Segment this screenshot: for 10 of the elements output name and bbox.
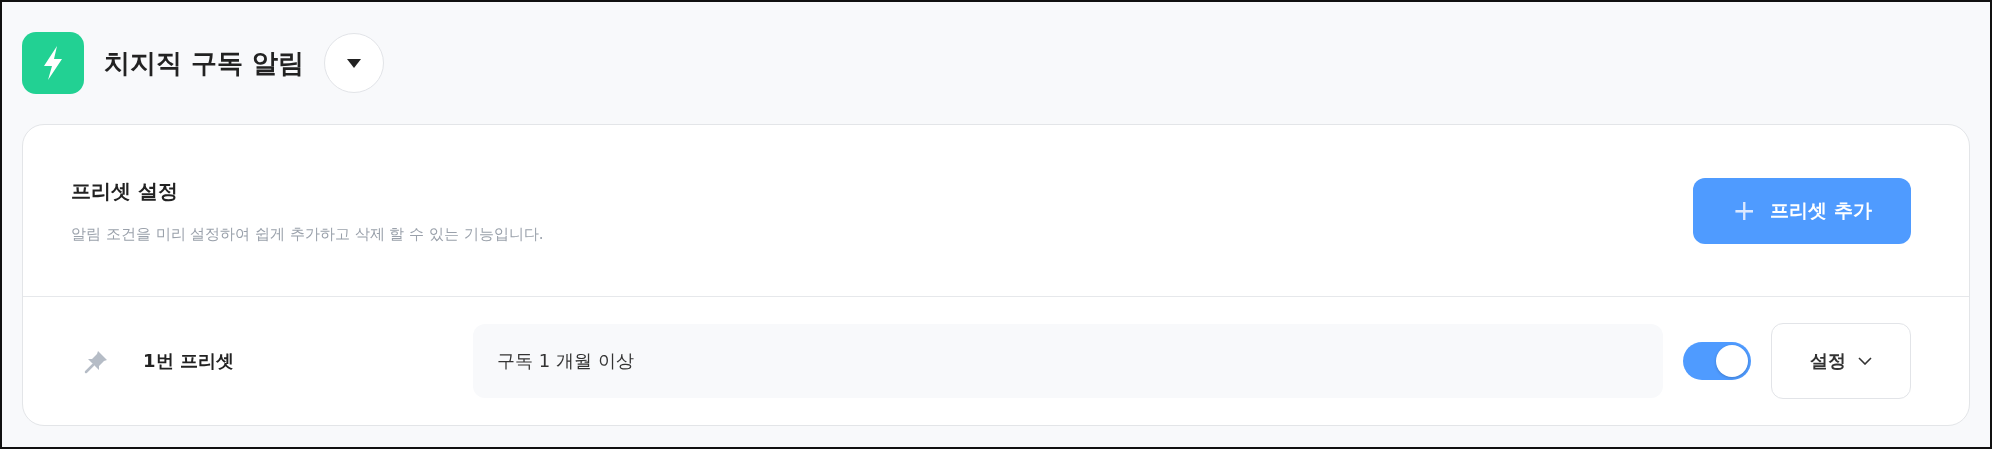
section-description: 알림 조건을 미리 설정하여 쉽게 추가하고 삭제 할 수 있는 기능입니다. [71,224,544,244]
condition-field[interactable]: 구독 1 개월 이상 [473,324,1663,398]
toggle-switch[interactable] [1683,342,1751,380]
settings-button[interactable]: 설정 [1771,323,1911,399]
preset-name: 1번 프리셋 [143,349,235,373]
chevron-down-icon [1858,357,1872,365]
page-title: 치지직 구독 알림 [104,46,305,80]
lightning-icon [22,32,84,94]
section-title: 프리셋 설정 [71,177,179,205]
caret-icon [347,58,362,68]
